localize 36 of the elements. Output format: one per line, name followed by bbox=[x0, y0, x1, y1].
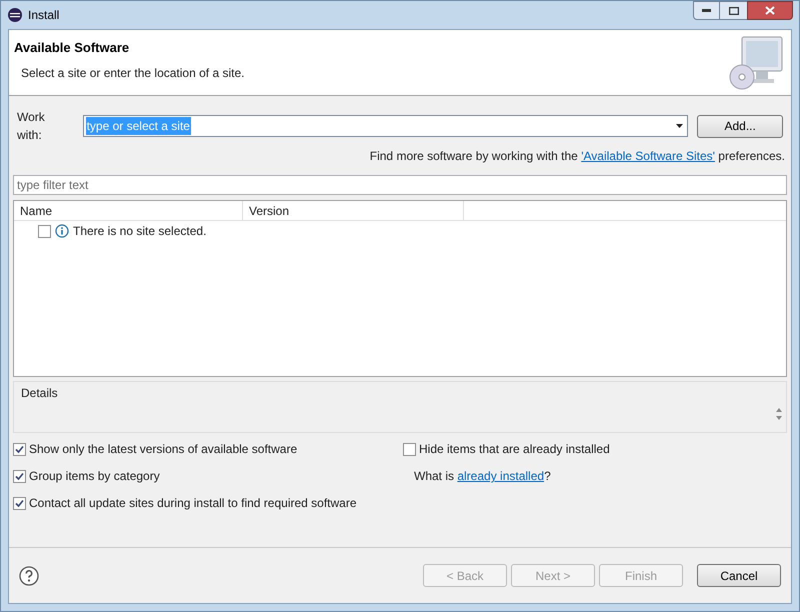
checkbox[interactable] bbox=[403, 442, 416, 456]
app-icon bbox=[7, 7, 23, 23]
table-cell-text: There is no site selected. bbox=[73, 223, 206, 240]
option-label: Contact all update sites during install to find required software bbox=[29, 495, 357, 512]
details-label: Details bbox=[21, 385, 58, 402]
checkbox[interactable] bbox=[13, 470, 26, 482]
column-header[interactable]: Name bbox=[14, 201, 243, 220]
option-label: Show only the latest versions of available software bbox=[29, 441, 298, 458]
work-with-label: Work with: bbox=[17, 109, 46, 144]
site-combo-box[interactable]: type or select a site bbox=[82, 115, 688, 137]
already-installed-link[interactable]: already installed bbox=[457, 469, 544, 483]
window-title: Install bbox=[28, 7, 60, 24]
filter-field[interactable]: type filter text bbox=[13, 175, 787, 195]
more-software-text: Find more software by working with the 'Available Software Sites' preferences. bbox=[370, 148, 785, 165]
close-icon bbox=[765, 6, 775, 15]
installed-hint-text: What is already installed? bbox=[414, 468, 552, 485]
checkbox[interactable] bbox=[13, 496, 26, 510]
checkbox[interactable] bbox=[38, 224, 51, 238]
column-header[interactable]: Version bbox=[243, 201, 464, 220]
add-button[interactable]: Add... bbox=[697, 114, 784, 138]
available-sites-link[interactable]: 'Available Software Sites' bbox=[581, 149, 715, 163]
spinner-icon bbox=[776, 408, 782, 420]
minimize-button[interactable] bbox=[693, 1, 720, 20]
maximize-icon bbox=[728, 6, 738, 14]
checkbox[interactable] bbox=[13, 442, 26, 456]
help-icon[interactable] bbox=[19, 566, 39, 586]
info-icon bbox=[55, 224, 69, 238]
wizard-button[interactable]: Cancel bbox=[697, 564, 781, 587]
option-label: Hide items that are already installed bbox=[419, 441, 610, 458]
minimize-icon bbox=[702, 9, 711, 12]
dropdown-arrow-icon bbox=[676, 124, 684, 128]
option-label: Group items by category bbox=[29, 468, 160, 485]
page-title: Available Software bbox=[14, 39, 130, 57]
page-subtitle: Select a site or enter the location of a site. bbox=[21, 64, 244, 82]
maximize-button[interactable] bbox=[720, 1, 747, 20]
close-button[interactable] bbox=[747, 1, 793, 20]
